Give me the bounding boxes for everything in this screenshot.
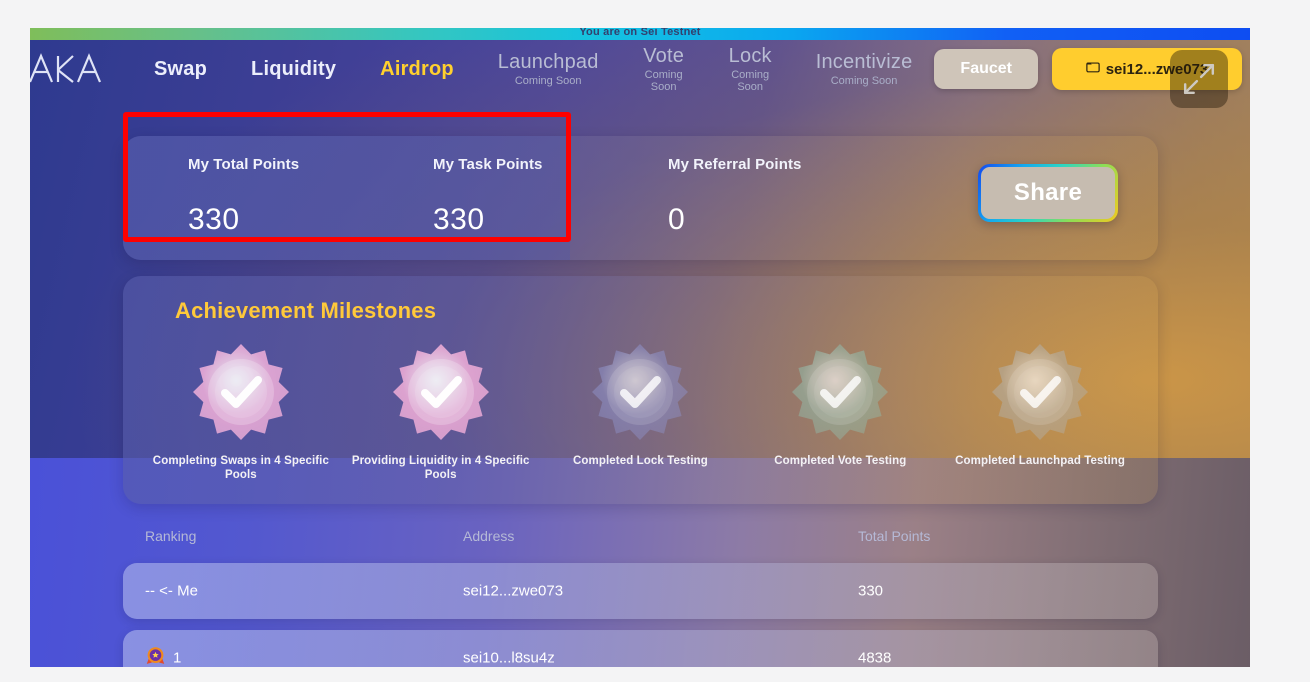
achievement-milestones-card: Achievement Milestones Completing Swaps … xyxy=(123,276,1158,504)
stat-my-total-points: My Total Points 330 xyxy=(188,156,299,237)
nav-item-label: Swap xyxy=(154,57,208,80)
expand-capture-button[interactable] xyxy=(1170,50,1228,108)
milestone-item[interactable]: Providing Liquidity in 4 Specific Pools xyxy=(343,342,539,483)
share-button-label: Share xyxy=(981,167,1115,219)
nav-item-launchpad[interactable]: Launchpad Coming Soon xyxy=(476,49,621,89)
wallet-icon xyxy=(1085,60,1100,78)
nav-item-swap[interactable]: Swap xyxy=(132,56,229,83)
check-badge-icon xyxy=(191,342,291,442)
milestone-label: Completed Vote Testing xyxy=(774,455,907,467)
share-button[interactable]: Share xyxy=(978,164,1118,222)
nav-item-sublabel: Coming Soon xyxy=(644,69,683,93)
milestones-row: Completing Swaps in 4 Specific Pools Prov… xyxy=(141,342,1140,483)
stat-value: 330 xyxy=(188,203,240,236)
stat-label: My Referral Points xyxy=(668,156,802,173)
top-navbar: Swap Liquidity Airdrop Launchpad Coming … xyxy=(30,40,1250,98)
testnet-banner-label: You are on Sei Testnet xyxy=(579,28,701,38)
testnet-banner: You are on Sei Testnet xyxy=(30,28,1250,40)
stat-value: 330 xyxy=(433,203,485,236)
faucet-button[interactable]: Faucet xyxy=(934,49,1038,89)
nav-item-sublabel: Coming Soon xyxy=(514,75,582,87)
column-header-total-points: Total Points xyxy=(858,528,931,544)
nav-items: Swap Liquidity Airdrop Launchpad Coming … xyxy=(112,43,934,95)
stat-label: My Total Points xyxy=(188,156,300,173)
cell-address: sei12...zwe073 xyxy=(463,582,564,600)
points-summary-card: My Total Points 330 My Task Points 330 M… xyxy=(123,136,1158,260)
table-row[interactable]: -- <- Me sei12...zwe073 330 xyxy=(123,563,1158,619)
main-content: My Total Points 330 My Task Points 330 M… xyxy=(30,98,1250,667)
stat-my-task-points: My Task Points 330 xyxy=(433,156,542,237)
stat-label: My Task Points xyxy=(433,156,543,173)
check-badge-icon xyxy=(590,342,690,442)
nav-item-sublabel: Coming Soon xyxy=(830,75,898,87)
rank-1-medal-icon xyxy=(145,646,166,668)
milestone-label: Completing Swaps in 4 Specific Pools xyxy=(152,455,329,482)
check-badge-icon xyxy=(990,342,1090,442)
nav-item-label: Lock xyxy=(728,45,772,67)
stat-my-referral-points: My Referral Points 0 xyxy=(668,156,802,237)
nav-item-label: Incentivize xyxy=(815,51,913,73)
check-badge-icon xyxy=(790,342,890,442)
cell-ranking: 1 xyxy=(145,646,181,668)
milestone-item[interactable]: Completed Launchpad Testing xyxy=(942,342,1138,468)
nav-item-label: Airdrop xyxy=(380,57,454,80)
nav-item-vote[interactable]: Vote Coming Soon xyxy=(621,43,707,95)
nav-item-label: Liquidity xyxy=(251,57,337,80)
aka-logo-icon xyxy=(30,53,102,83)
cell-ranking-label: 1 xyxy=(173,649,182,667)
cell-ranking: -- <- Me xyxy=(145,582,198,600)
nav-item-label: Launchpad xyxy=(497,51,599,73)
nav-item-airdrop[interactable]: Airdrop xyxy=(358,56,476,83)
nav-item-sublabel: Coming Soon xyxy=(731,69,770,93)
nav-item-liquidity[interactable]: Liquidity xyxy=(229,56,358,83)
nav-item-lock[interactable]: Lock Coming Soon xyxy=(707,43,794,95)
nav-item-incentivize[interactable]: Incentivize Coming Soon xyxy=(794,49,935,89)
nav-item-label: Vote xyxy=(643,45,685,67)
expand-arrows-icon xyxy=(1183,63,1215,95)
page-viewport: You are on Sei Testnet Swap Liquidity Ai… xyxy=(30,28,1250,667)
milestone-label: Completed Launchpad Testing xyxy=(955,455,1126,467)
cell-total-points: 4838 xyxy=(858,649,892,667)
milestone-label: Completed Lock Testing xyxy=(573,455,708,467)
milestones-title: Achievement Milestones xyxy=(175,298,437,323)
column-header-address: Address xyxy=(463,528,515,544)
table-row[interactable]: 1 sei10...l8su4z 4838 xyxy=(123,630,1158,667)
milestone-label: Providing Liquidity in 4 Specific Pools xyxy=(351,455,530,482)
milestone-item[interactable]: Completed Lock Testing xyxy=(542,342,738,468)
stat-value: 0 xyxy=(668,203,686,236)
leaderboard-header: Ranking Address Total Points xyxy=(123,528,1158,558)
cell-total-points: 330 xyxy=(858,582,884,600)
column-header-ranking: Ranking xyxy=(145,528,197,544)
milestone-item[interactable]: Completing Swaps in 4 Specific Pools xyxy=(143,342,339,483)
cell-address: sei10...l8su4z xyxy=(463,649,555,667)
aka-logo[interactable] xyxy=(30,52,112,86)
milestone-item[interactable]: Completed Vote Testing xyxy=(742,342,938,468)
check-badge-icon xyxy=(391,342,491,442)
